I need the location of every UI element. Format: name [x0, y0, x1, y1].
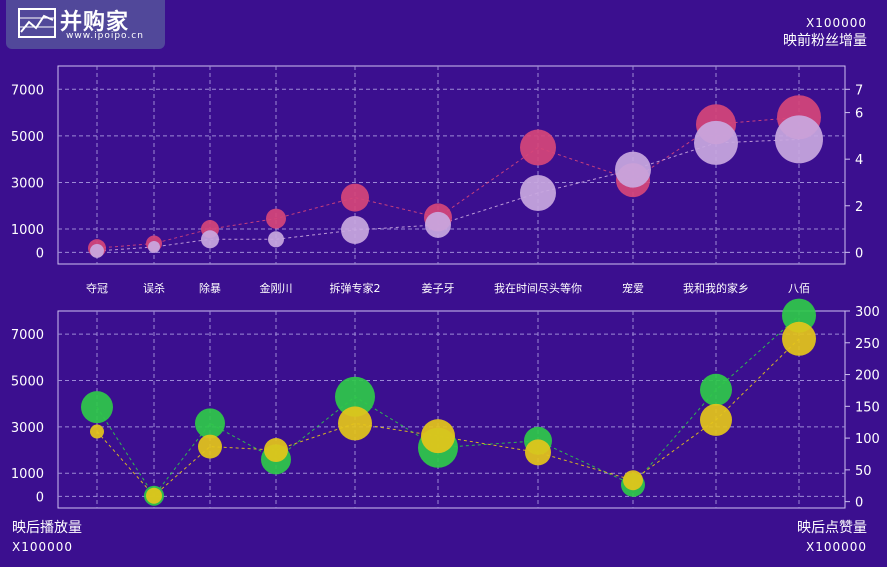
- data-point: [268, 231, 284, 248]
- data-point: [520, 129, 556, 166]
- plot-frame: [57, 65, 846, 265]
- chart-logo-icon: [18, 8, 56, 38]
- data-point: [338, 406, 372, 441]
- y-right-tick-label: 250: [855, 337, 880, 352]
- bottom-left-unit: X100000: [12, 540, 74, 554]
- y-right-tick-label: 0: [855, 246, 863, 261]
- data-point: [775, 115, 823, 164]
- data-point: [700, 373, 732, 406]
- data-point: [421, 419, 455, 454]
- data-point: [201, 230, 219, 249]
- data-point: [694, 120, 738, 165]
- data-point: [198, 434, 222, 459]
- y-left-tick-label: 3000: [11, 421, 44, 436]
- logo-url: www.ipoipo.cn: [66, 31, 144, 41]
- y-right-tick-label: 6: [855, 107, 863, 122]
- data-point: [146, 487, 162, 504]
- x-category-label: 金刚川: [260, 281, 293, 295]
- data-point: [615, 151, 651, 188]
- x-category-label: 拆弹专家2: [330, 281, 381, 295]
- y-right-tick-label: 200: [855, 369, 880, 384]
- y-right-tick-label: 0: [855, 496, 863, 511]
- series-line: [96, 315, 800, 497]
- top-right-title: 映前粉丝增量: [783, 33, 867, 49]
- y-left-tick-label: 0: [36, 246, 44, 261]
- bottom-left-title: 映后播放量: [12, 520, 82, 536]
- y-right-tick-label: 150: [855, 400, 880, 415]
- data-point: [148, 240, 160, 253]
- y-right-tick-label: 4: [855, 153, 863, 168]
- x-category-label: 八佰: [788, 282, 810, 295]
- y-left-tick-label: 5000: [11, 375, 44, 390]
- data-point: [90, 243, 104, 258]
- top-right-unit: X100000: [805, 16, 867, 30]
- data-point: [90, 424, 104, 439]
- series-line: [96, 138, 800, 252]
- y-left-tick-label: 1000: [11, 223, 44, 238]
- y-right-tick-label: 7: [855, 83, 863, 98]
- y-left-tick-label: 3000: [11, 176, 44, 191]
- y-right-tick-label: 100: [855, 432, 880, 447]
- data-point: [782, 321, 816, 356]
- bottom-right-unit: X100000: [805, 540, 867, 554]
- data-point: [520, 174, 556, 211]
- x-category-label: 宠爱: [622, 281, 644, 295]
- y-left-tick-label: 7000: [11, 83, 44, 98]
- x-category-label: 夺冠: [86, 282, 108, 295]
- y-left-tick-label: 1000: [11, 467, 44, 482]
- chart-stage: 0 1000 3000 5000 7000 0 2 4 6 7 夺冠 误杀 除暴 金刚川 拆弹专家2 姜子牙我…: [0, 0, 887, 567]
- logo: 并购家 www.ipoipo.cn: [6, 0, 165, 49]
- y-left-tick-label: 5000: [11, 130, 44, 145]
- data-point: [623, 470, 643, 491]
- x-category-label: 姜子牙: [422, 281, 455, 295]
- chart-canvas: 0100030005000700002467夺冠 误杀 除暴 金刚川 拆弹专家2 姜子牙我…: [11, 65, 880, 511]
- y-right-tick-label: 50: [855, 464, 872, 479]
- y-right-tick-label: 300: [855, 305, 880, 320]
- data-point: [266, 208, 286, 229]
- x-category-label: 我在时间尽头等你: [494, 281, 582, 295]
- y-right-tick-label: 2: [855, 200, 863, 215]
- data-point: [341, 183, 369, 212]
- y-left-tick-label: 0: [36, 490, 44, 505]
- x-category-label: 我和我的家乡: [683, 281, 749, 295]
- data-point: [195, 408, 225, 439]
- data-point: [264, 438, 288, 463]
- x-category-label: 误杀: [143, 281, 165, 295]
- data-point: [425, 211, 451, 238]
- y-left-tick-label: 7000: [11, 328, 44, 343]
- data-point: [700, 403, 732, 436]
- x-category-label: 除暴: [199, 281, 221, 295]
- data-point: [525, 439, 551, 466]
- data-point: [81, 391, 113, 424]
- data-point: [341, 215, 369, 244]
- bottom-right-title: 映后点赞量: [797, 520, 867, 536]
